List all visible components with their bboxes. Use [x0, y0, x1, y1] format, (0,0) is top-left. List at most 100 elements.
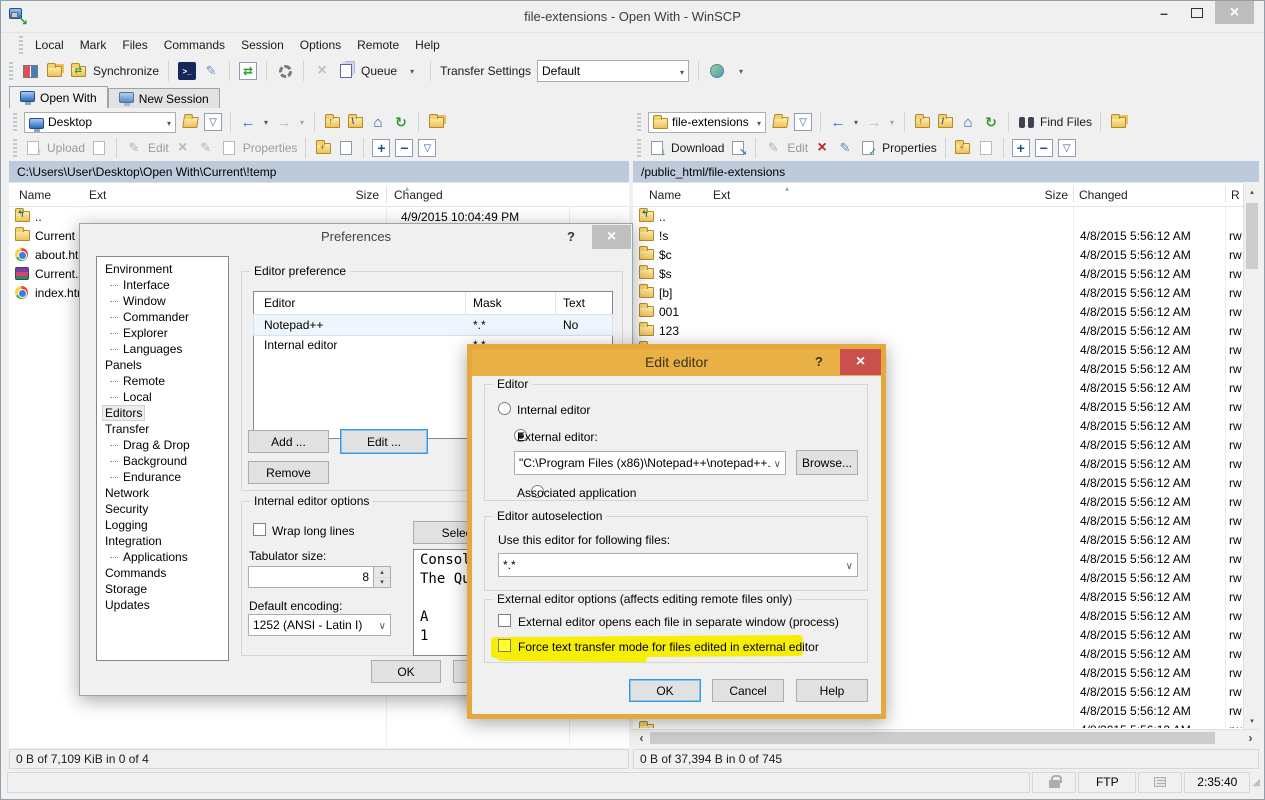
left-path-bar[interactable]: C:\Users\User\Desktop\Open With\Current\… — [9, 161, 629, 182]
file-row[interactable]: [b] 4/8/2015 5:56:12 AM rw — [633, 283, 1243, 302]
preferences-title-bar[interactable]: Preferences — [80, 224, 632, 252]
back-icon[interactable] — [829, 113, 847, 131]
edit-button[interactable]: Edit ... — [340, 429, 428, 454]
console-icon[interactable] — [178, 62, 196, 80]
browse-button[interactable]: Browse... — [796, 450, 858, 475]
sessions-icon[interactable] — [45, 62, 63, 80]
queue-icon[interactable] — [337, 62, 355, 80]
new-folder-icon[interactable]: + — [314, 139, 332, 157]
tree-item[interactable]: Integration — [97, 533, 228, 549]
right-vertical-scrollbar[interactable] — [1243, 183, 1259, 729]
column-header-size[interactable]: Size — [319, 188, 379, 202]
file-row[interactable]: $c 4/8/2015 5:56:12 AM rw — [633, 245, 1243, 264]
tree-item[interactable]: Panels — [97, 357, 228, 373]
spin-up-icon[interactable] — [374, 567, 390, 578]
wrap-long-lines-checkbox[interactable] — [253, 523, 266, 536]
column-header-changed[interactable]: Changed — [394, 188, 443, 202]
parent-directory-icon[interactable]: ↑ — [913, 113, 931, 131]
delete-icon[interactable] — [813, 139, 831, 157]
scroll-up-icon[interactable] — [1244, 183, 1260, 200]
download-button[interactable]: Download — [671, 141, 724, 155]
synchronize-button[interactable]: Synchronize — [93, 64, 159, 78]
tab-new-session[interactable]: New Session — [108, 88, 220, 108]
back-history-icon[interactable] — [852, 113, 860, 131]
maximize-button[interactable] — [1182, 1, 1212, 24]
right-location-combobox[interactable]: file-extensions — [648, 112, 766, 133]
menu-item[interactable]: Commands — [156, 35, 233, 55]
tree-item[interactable]: Background — [97, 453, 228, 469]
column-header-name[interactable]: Name — [19, 188, 51, 202]
tree-item[interactable]: Explorer — [97, 325, 228, 341]
preferences-close-icon[interactable] — [592, 225, 631, 249]
tree-item[interactable]: Commands — [97, 565, 228, 581]
new-file-icon[interactable] — [337, 139, 355, 157]
scrollbar-thumb[interactable] — [650, 732, 1215, 744]
edit-editor-close-icon[interactable] — [840, 349, 881, 375]
edit-editor-cancel-button[interactable]: Cancel — [712, 679, 784, 702]
tree-item[interactable]: Network — [97, 485, 228, 501]
transfer-options-globe-icon[interactable] — [708, 62, 726, 80]
column-header-name[interactable]: Name — [649, 188, 681, 202]
menu-item[interactable]: Local — [27, 35, 72, 55]
commander-layout-icon[interactable] — [21, 62, 39, 80]
tree-item[interactable]: Applications — [97, 549, 228, 565]
home-directory-icon[interactable] — [959, 113, 977, 131]
new-folder-icon[interactable]: + — [954, 139, 972, 157]
refresh-icon[interactable] — [982, 113, 1000, 131]
tree-item[interactable]: Editors — [97, 405, 228, 421]
root-directory-icon[interactable]: / — [936, 113, 954, 131]
tree-item[interactable]: Languages — [97, 341, 228, 357]
select-files-icon[interactable] — [372, 139, 390, 157]
scroll-left-icon[interactable] — [633, 731, 650, 745]
lock-cell[interactable] — [1032, 772, 1076, 793]
menu-item[interactable]: Files — [114, 35, 155, 55]
preferences-ok-button[interactable]: OK — [371, 660, 441, 683]
force-text-transfer-checkbox[interactable] — [498, 639, 511, 652]
filter-icon[interactable] — [204, 113, 222, 131]
file-row[interactable]: 001 4/8/2015 5:56:12 AM rw — [633, 302, 1243, 321]
file-mask-combobox[interactable]: *.* — [498, 553, 858, 577]
file-row[interactable]: 123 4/8/2015 5:56:12 AM rw — [633, 321, 1243, 340]
tree-item[interactable]: Window — [97, 293, 228, 309]
default-encoding-combobox[interactable]: 1252 (ANSI - Latin I) — [248, 614, 391, 636]
back-icon[interactable] — [239, 113, 257, 131]
column-header-ext[interactable]: Ext — [89, 188, 106, 202]
edit-editor-help-button[interactable]: Help — [796, 679, 868, 702]
tree-item[interactable]: Drag & Drop — [97, 437, 228, 453]
menu-item[interactable]: Help — [407, 35, 448, 55]
grip[interactable] — [13, 139, 17, 157]
help-icon[interactable]: ? — [815, 354, 823, 369]
properties-button[interactable]: Properties — [882, 141, 937, 155]
column-mask[interactable]: Mask — [473, 296, 502, 310]
column-header-size[interactable]: Size — [1008, 188, 1068, 202]
editor-row[interactable]: Notepad++ *.* No — [254, 315, 612, 335]
filter-icon[interactable] — [794, 113, 812, 131]
menu-item[interactable]: Remote — [349, 35, 407, 55]
scrollbar-thumb[interactable] — [1246, 203, 1258, 269]
open-in-explorer-icon[interactable] — [427, 113, 445, 131]
grip[interactable] — [637, 139, 641, 157]
column-header-changed[interactable]: Changed — [1079, 188, 1128, 202]
queue-button[interactable]: Queue — [361, 64, 397, 78]
duplicate-icon[interactable]: ↘ — [729, 139, 747, 157]
tree-item[interactable]: Remote — [97, 373, 228, 389]
tree-item[interactable]: Updates — [97, 597, 228, 613]
toolbar-grip[interactable] — [9, 62, 13, 80]
grip[interactable] — [637, 113, 641, 131]
synchronize-icon[interactable]: ⇄ — [69, 62, 87, 80]
select-files-icon[interactable] — [1012, 139, 1030, 157]
rename-icon[interactable] — [836, 139, 854, 157]
selection-filter-icon[interactable] — [418, 139, 436, 157]
menu-item[interactable]: Session — [233, 35, 292, 55]
unselect-files-icon[interactable] — [395, 139, 413, 157]
scroll-right-icon[interactable] — [1242, 731, 1259, 745]
help-icon[interactable]: ? — [567, 229, 575, 244]
file-row[interactable]: 4/8/2015 5:56:12 AM rw — [633, 720, 1243, 728]
server-cell[interactable] — [1138, 772, 1182, 793]
home-directory-icon[interactable] — [369, 113, 387, 131]
queue-dropdown-icon[interactable] — [403, 62, 421, 80]
spin-down-icon[interactable] — [374, 578, 390, 588]
back-history-icon[interactable] — [262, 113, 270, 131]
internal-editor-radio[interactable] — [498, 402, 511, 415]
find-files-icon[interactable] — [1017, 113, 1035, 131]
